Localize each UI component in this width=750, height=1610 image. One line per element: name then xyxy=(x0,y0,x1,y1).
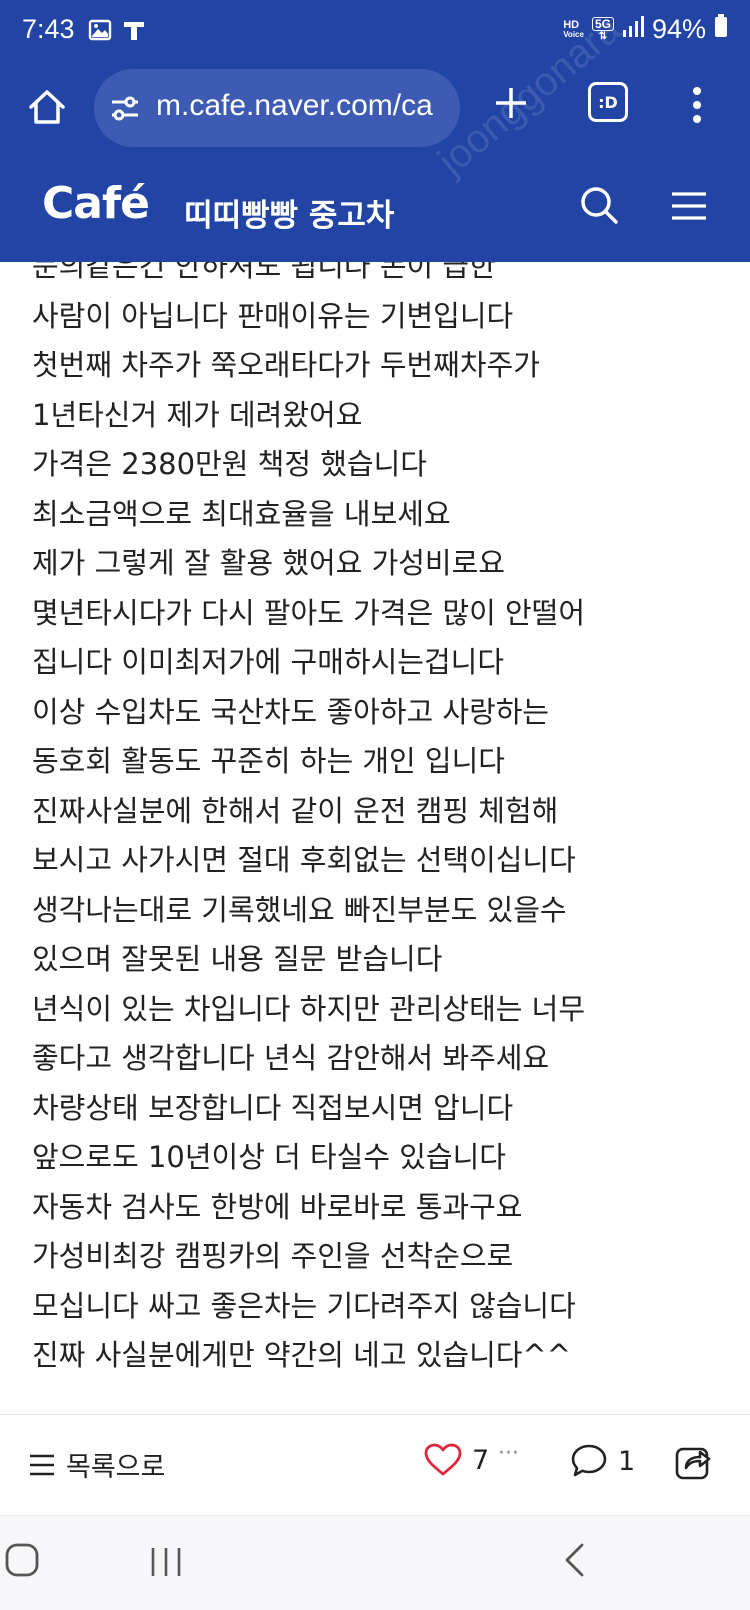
comment-count: 1 xyxy=(618,1445,636,1477)
back-nav-button[interactable] xyxy=(554,1538,594,1582)
recent-apps-icon xyxy=(151,1548,181,1576)
home-icon xyxy=(29,90,65,124)
tmap-icon xyxy=(122,18,146,46)
post-line: 이상 수입차도 국산차도 좋아하고 사랑하는 xyxy=(32,694,550,729)
url-text: m.cafe.naver.com/ca xyxy=(156,89,433,122)
menu-button[interactable] xyxy=(666,184,712,228)
post-line: 좋다고 생각합니다 년식 감안해서 봐주세요 xyxy=(32,1041,550,1075)
system-navigation-bar xyxy=(0,1515,750,1610)
home-button[interactable] xyxy=(20,80,74,134)
tab-switcher-button[interactable]: :D xyxy=(588,82,628,122)
post-line: 자동차 검사도 한방에 바로바로 통과구요 xyxy=(32,1189,523,1224)
battery-icon xyxy=(714,14,728,45)
search-icon xyxy=(581,187,618,224)
back-to-list-button[interactable]: 목록으로 xyxy=(28,1445,165,1484)
post-line: 집니다 이미최저가에 구매하시는겁니다 xyxy=(32,645,504,679)
like-count: 7 xyxy=(472,1444,490,1476)
heart-icon xyxy=(424,1443,462,1476)
post-line: 년식이 있는 차입니다 하지만 관리상태는 너무 xyxy=(32,991,586,1026)
gallery-icon xyxy=(88,18,112,46)
post-line: 진짜사실분에 한해서 같이 운전 캠핑 체험해 xyxy=(32,793,559,828)
tab-switcher-label: :D xyxy=(598,92,618,112)
post-line: 생각나는대로 기록했네요 빠진부분도 있을수 xyxy=(32,892,567,927)
post-line: 문의같은건 안하셔도 됩니다 돈이 급한 xyxy=(32,262,496,283)
post-line: 진짜 사실분에게만 약간의 네고 있습니다^^ xyxy=(32,1338,572,1372)
post-line: 보시고 사가시면 절대 후회없는 선택이십니다 xyxy=(32,843,576,877)
status-time: 7:43 xyxy=(22,14,75,44)
post-line: 있으며 잘못된 내용 질문 받습니다 xyxy=(32,942,443,976)
comment-button[interactable]: 1 xyxy=(570,1443,635,1479)
post-line: 동호회 활동도 꾸준히 하는 개인 입니다 xyxy=(32,744,505,778)
post-line: 제가 그렇게 잘 활용 했어요 가성비로요 xyxy=(32,546,505,580)
post-line: 가격은 2380만원 책정 했습니다 xyxy=(32,447,427,481)
back-to-list-label: 목록으로 xyxy=(66,1452,166,1483)
post-line: 사람이 아닙니다 판매이유는 기변입니다 xyxy=(32,298,514,333)
battery-percent: 94% xyxy=(651,14,706,44)
post-line: 모십니다 싸고 좋은차는 기다려주지 않습니다 xyxy=(32,1288,576,1323)
home-nav-icon xyxy=(5,1543,39,1577)
post-line: 가성비최강 캠핑카의 주인을 선착순으로 xyxy=(32,1239,514,1273)
post-line: 최소금액으로 최대효율을 내보세요 xyxy=(32,496,451,531)
cafe-logo[interactable]: Café xyxy=(42,178,150,229)
post-content: 문의같은건 안하셔도 됩니다 돈이 급한사람이 아닙니다 판매이유는 기변입니다… xyxy=(0,262,750,1414)
hamburger-icon xyxy=(672,192,706,220)
cafe-title[interactable]: 띠띠빵빵 중고차 xyxy=(184,190,394,235)
post-line: 앞으로도 10년이상 더 타실수 있습니다 xyxy=(32,1140,506,1174)
search-button[interactable] xyxy=(576,182,622,228)
status-bar: 7:43 HD Voice 5G ⇅ 94% xyxy=(0,0,750,66)
post-line: 1년타신거 제가 데려왔어요 xyxy=(32,397,363,432)
browser-menu-button[interactable] xyxy=(682,80,712,130)
more-options-button[interactable]: ··· xyxy=(498,1441,519,1466)
list-icon xyxy=(30,1454,54,1475)
site-settings-icon[interactable] xyxy=(108,91,142,129)
share-icon xyxy=(675,1447,711,1480)
post-line: 첫번째 차주가 쭉오래타다가 두번째차주가 xyxy=(32,348,540,382)
post-line: 차량상태 보장합니다 직접보시면 압니다 xyxy=(32,1090,514,1125)
like-button[interactable]: 7 xyxy=(424,1443,489,1477)
comment-bubble-icon xyxy=(571,1444,607,1477)
more-horizontal-icon: ··· xyxy=(498,1441,519,1466)
back-chevron-icon xyxy=(565,1543,584,1577)
browser-toolbar: m.cafe.naver.com/ca :D xyxy=(0,66,750,162)
recent-apps-button[interactable] xyxy=(146,1540,186,1584)
post-line: 몇년타시다가 다시 팔아도 가격은 많이 안떨어 xyxy=(32,595,586,630)
home-nav-button[interactable] xyxy=(0,1538,44,1582)
address-bar[interactable]: m.cafe.naver.com/ca xyxy=(94,69,460,147)
cafe-header: Café 띠띠빵빵 중고차 xyxy=(0,162,750,262)
share-button[interactable] xyxy=(674,1443,712,1481)
post-action-bar: 목록으로 7 ··· 1 xyxy=(0,1415,750,1515)
more-vertical-icon xyxy=(693,87,701,123)
